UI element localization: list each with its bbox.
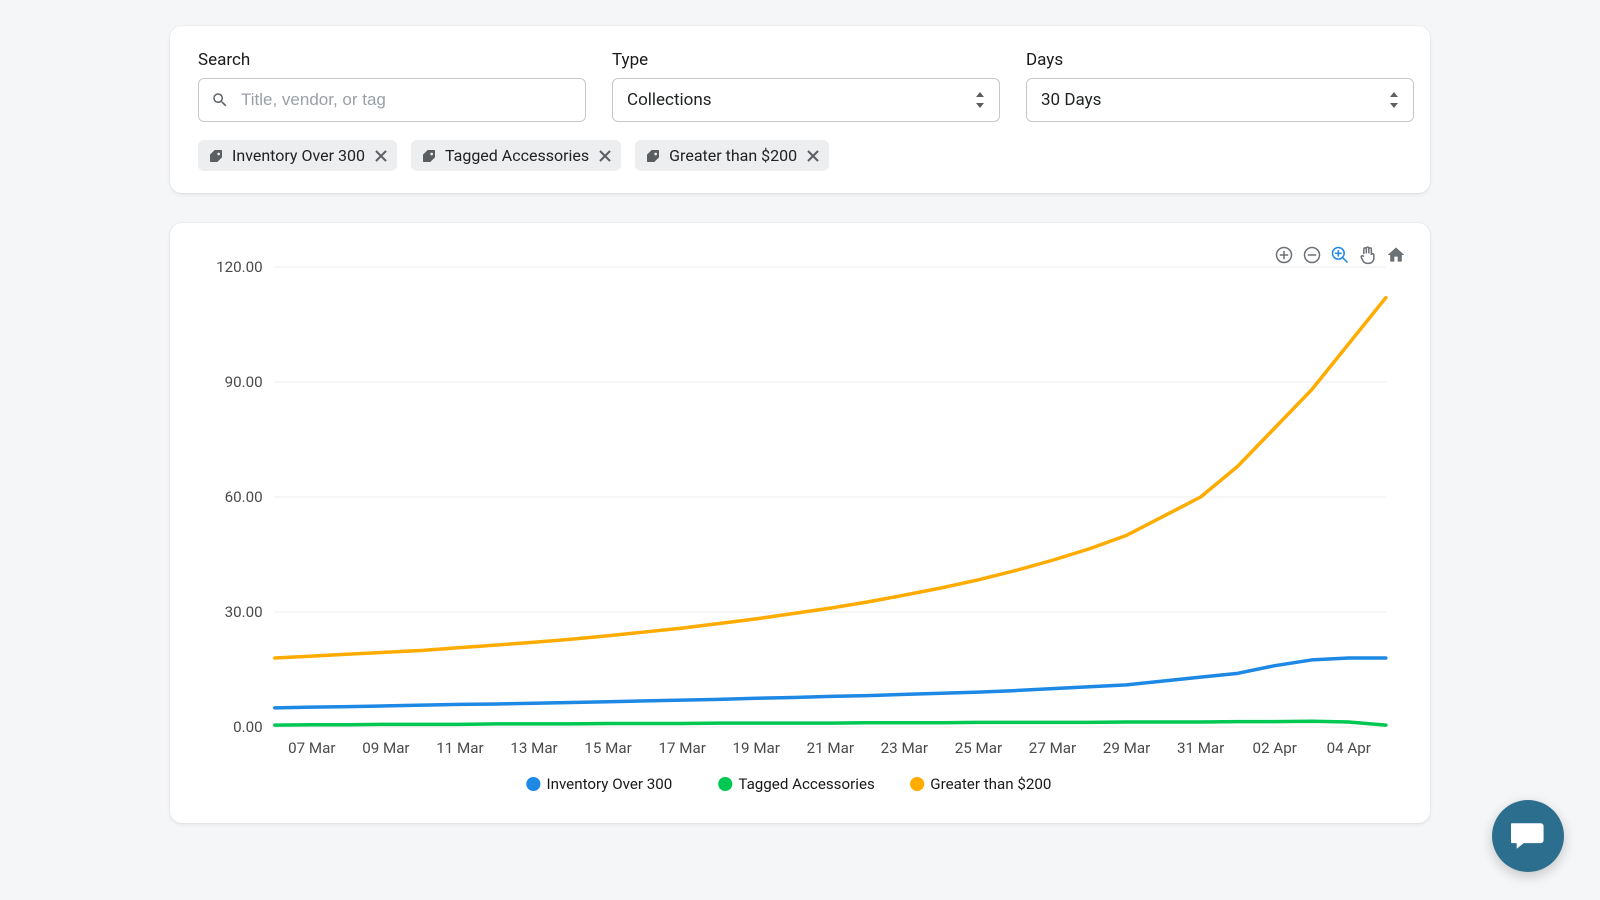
svg-text:02 Apr: 02 Apr	[1253, 739, 1297, 757]
svg-text:120.00: 120.00	[216, 258, 263, 276]
type-select[interactable]: Collections	[612, 78, 1000, 122]
line-chart: 0.00 30.00 60.00 90.00 120.00 07 Mar 09 Mar 11 …	[194, 247, 1406, 807]
svg-text:25 Mar: 25 Mar	[955, 739, 1002, 757]
svg-text:19 Mar: 19 Mar	[733, 739, 780, 757]
filter-chip[interactable]: Tagged Accessories	[411, 140, 621, 171]
svg-text:29 Mar: 29 Mar	[1103, 739, 1150, 757]
days-select-value: 30 Days	[1041, 90, 1101, 110]
svg-text:Greater than $200: Greater than $200	[930, 775, 1051, 793]
svg-text:30.00: 30.00	[225, 603, 263, 621]
svg-text:27 Mar: 27 Mar	[1029, 739, 1076, 757]
chip-label: Inventory Over 300	[232, 146, 365, 165]
filter-chip[interactable]: Greater than $200	[635, 140, 829, 171]
svg-text:31 Mar: 31 Mar	[1177, 739, 1224, 757]
svg-text:11 Mar: 11 Mar	[436, 739, 483, 757]
svg-text:23 Mar: 23 Mar	[881, 739, 928, 757]
svg-text:21 Mar: 21 Mar	[807, 739, 854, 757]
svg-text:15 Mar: 15 Mar	[584, 739, 631, 757]
days-select[interactable]: 30 Days	[1026, 78, 1414, 122]
svg-text:60.00: 60.00	[225, 488, 263, 506]
chevron-sort-icon	[975, 92, 985, 108]
filter-chip[interactable]: Inventory Over 300	[198, 140, 397, 171]
type-label: Type	[612, 50, 1000, 70]
close-icon[interactable]	[375, 150, 387, 162]
close-icon[interactable]	[807, 150, 819, 162]
tag-icon	[208, 148, 224, 164]
chart-card: 0.00 30.00 60.00 90.00 120.00 07 Mar 09 Mar 11 …	[170, 223, 1430, 823]
chat-fab[interactable]	[1492, 800, 1564, 872]
chevron-sort-icon	[1389, 92, 1399, 108]
search-input-wrap[interactable]	[198, 78, 586, 122]
close-icon[interactable]	[599, 150, 611, 162]
svg-text:17 Mar: 17 Mar	[658, 739, 705, 757]
search-icon	[211, 91, 229, 109]
tag-icon	[421, 148, 437, 164]
svg-text:0.00: 0.00	[233, 718, 263, 736]
chip-label: Greater than $200	[669, 146, 797, 165]
svg-text:09 Mar: 09 Mar	[362, 739, 409, 757]
filter-chips-row: Inventory Over 300 Tagged Accessories Gr…	[198, 140, 1402, 171]
tag-icon	[645, 148, 661, 164]
svg-text:07 Mar: 07 Mar	[288, 739, 335, 757]
chip-label: Tagged Accessories	[445, 146, 589, 165]
svg-text:Tagged Accessories: Tagged Accessories	[738, 775, 875, 793]
search-label: Search	[198, 50, 586, 70]
svg-text:Inventory Over 300: Inventory Over 300	[546, 775, 672, 793]
svg-text:04 Apr: 04 Apr	[1327, 739, 1371, 757]
search-input[interactable]	[239, 89, 573, 111]
svg-text:90.00: 90.00	[225, 373, 263, 391]
chat-icon	[1511, 821, 1545, 851]
days-label: Days	[1026, 50, 1414, 70]
filter-card: Search Type Collections Days 30 Days	[170, 26, 1430, 193]
type-select-value: Collections	[627, 90, 712, 110]
svg-text:13 Mar: 13 Mar	[510, 739, 557, 757]
